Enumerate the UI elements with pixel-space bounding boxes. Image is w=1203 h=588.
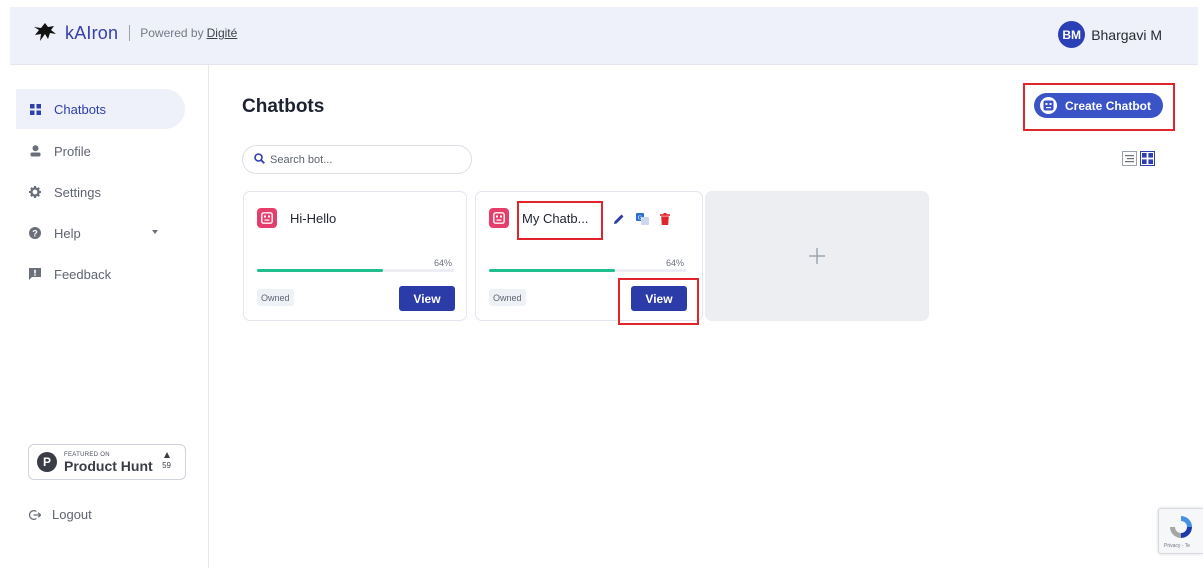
progress-bar-fill	[257, 269, 384, 272]
add-chatbot-card[interactable]	[705, 191, 929, 321]
page-title: Chatbots	[242, 96, 325, 117]
progress-bar-fill	[489, 269, 616, 272]
sidebar-item-label: Settings	[54, 184, 101, 200]
sidebar-item-feedback[interactable]: Feedback	[16, 254, 185, 294]
edit-icon[interactable]	[613, 212, 625, 230]
view-button[interactable]: View	[631, 286, 687, 311]
sidebar-item-label: Feedback	[54, 266, 112, 282]
brand-divider	[129, 25, 131, 41]
owned-badge: Owned	[257, 289, 294, 306]
search-input[interactable]	[270, 153, 450, 166]
sidebar-item-profile[interactable]: Profile	[16, 131, 185, 171]
feedback-icon	[29, 268, 41, 280]
kairon-logo-icon	[34, 23, 56, 41]
gear-icon	[29, 186, 41, 198]
sidebar-item-chatbots[interactable]: Chatbots	[16, 89, 185, 129]
bot-icon	[489, 208, 509, 228]
app-name: kAIron	[65, 22, 119, 43]
create-chatbot-label: Create Chatbot	[1065, 98, 1152, 113]
product-hunt-text: FEATURED ON Product Hunt	[64, 452, 153, 473]
plus-icon	[809, 248, 825, 264]
bot-icon	[1040, 97, 1057, 114]
card-actions: G	[613, 212, 670, 230]
progress-percent: 64%	[665, 258, 684, 268]
product-hunt-featured-label: FEATURED ON	[64, 451, 110, 458]
sidebar-item-label: Help	[54, 225, 81, 241]
list-icon	[1125, 155, 1134, 163]
delete-icon[interactable]	[660, 212, 670, 230]
sidebar: Chatbots Profile Settings ? Help Feedbac…	[10, 65, 209, 568]
grid-icon	[1142, 153, 1153, 164]
create-chatbot-button[interactable]: Create Chatbot	[1034, 93, 1163, 118]
product-hunt-votes: 59	[162, 452, 171, 470]
sidebar-item-help[interactable]: ? Help	[16, 213, 185, 253]
progress-bar	[489, 269, 686, 272]
svg-text:G: G	[638, 215, 642, 221]
owned-badge: Owned	[489, 289, 526, 306]
sidebar-item-settings[interactable]: Settings	[16, 172, 185, 212]
view-toggle	[1122, 151, 1155, 166]
upvote-arrow-icon	[163, 452, 170, 458]
search-bar[interactable]	[242, 145, 472, 174]
brand[interactable]: kAIron Powered by Digité	[32, 21, 237, 45]
product-hunt-logo-icon: P	[37, 452, 57, 472]
logout-button[interactable]: Logout	[29, 507, 92, 522]
logout-label: Logout	[52, 507, 92, 522]
chatbot-name: Hi-Hello	[290, 211, 337, 226]
recaptcha-icon	[1170, 516, 1192, 538]
avatar[interactable]: BM	[1058, 21, 1086, 48]
translate-icon[interactable]: G	[636, 212, 649, 230]
bot-icon	[257, 208, 277, 228]
top-bar: kAIron Powered by Digité BM Bhargavi M	[10, 7, 1198, 65]
chatbot-card[interactable]: Hi-Hello 64% Owned View	[243, 191, 467, 321]
vote-count: 59	[162, 461, 171, 470]
main-content: Chatbots Create Chatbot Search bot... Hi…	[210, 65, 1198, 568]
person-icon	[29, 145, 41, 157]
product-hunt-badge[interactable]: P FEATURED ON Product Hunt 59	[28, 444, 186, 480]
list-view-button[interactable]	[1122, 151, 1137, 166]
user-menu[interactable]: BM Bhargavi M	[1058, 21, 1162, 48]
recaptcha-text: Privacy - Te	[1164, 543, 1191, 549]
progress-bar	[257, 269, 454, 272]
logout-icon	[29, 509, 41, 521]
view-button[interactable]: View	[399, 286, 455, 311]
help-icon: ?	[29, 227, 41, 239]
grid-view-button[interactable]	[1140, 151, 1155, 166]
recaptcha-badge[interactable]: Privacy - Te	[1158, 508, 1203, 554]
grid-icon	[29, 103, 41, 115]
svg-text:?: ?	[32, 228, 38, 238]
powered-by-label: Powered by	[140, 26, 204, 40]
chevron-down-icon	[152, 230, 158, 234]
progress-percent: 64%	[433, 258, 452, 268]
sidebar-item-label: Chatbots	[54, 101, 107, 117]
search-icon	[254, 151, 265, 169]
sidebar-item-label: Profile	[54, 143, 91, 159]
chatbot-card[interactable]: My Chatb... G 64% Owned View	[475, 191, 703, 321]
chatbot-name: My Chatb...	[522, 211, 589, 226]
digite-link[interactable]: Digité	[207, 26, 238, 40]
user-name[interactable]: Bhargavi M	[1091, 27, 1162, 43]
app-frame: kAIron Powered by Digité BM Bhargavi M C…	[0, 0, 1203, 588]
product-hunt-name: Product Hunt	[64, 457, 153, 474]
